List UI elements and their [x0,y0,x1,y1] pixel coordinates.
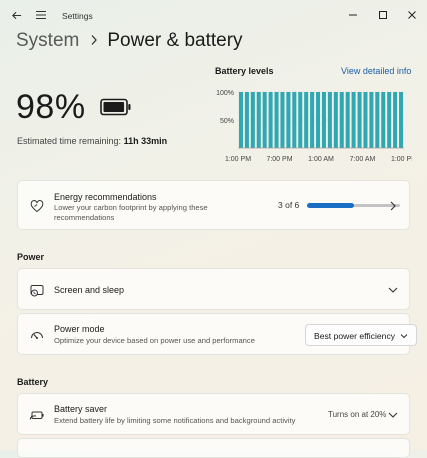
energy-recommendations-card[interactable]: Energy recommendations Lower your carbon… [17,180,410,230]
screen-and-sleep-card[interactable]: Screen and sleep [17,268,410,310]
power-mode-gauge-icon [29,327,45,343]
battery-levels-chart: 100% 50% 1:00 PM 7:00 PM 1:00 AM 7:00 AM 1:00 … [216,90,412,163]
chart-x-tick-label: 1:00 PM [391,156,412,163]
chart-bar[interactable] [304,92,309,148]
battery-saver-icon [29,407,45,423]
chart-title: Battery levels [215,66,274,76]
chart-bar[interactable] [238,92,243,148]
estimated-time-value: 11h 33min [123,136,168,146]
chart-bar[interactable] [351,92,356,148]
chart-y-tick-label: 50% [220,118,234,125]
chart-bar[interactable] [256,92,261,148]
chart-bar[interactable] [268,92,273,148]
power-mode-title: Power mode [54,324,105,334]
next-setting-card[interactable] [17,438,410,458]
battery-percentage: 98% [16,88,86,126]
chevron-down-icon [400,331,408,342]
breadcrumb-system[interactable]: System [16,30,79,52]
chart-bar[interactable] [310,92,315,148]
chart-bar[interactable] [339,92,344,148]
leaf-heart-icon [29,198,45,214]
close-icon[interactable] [397,4,427,26]
screen-and-sleep-title: Screen and sleep [54,285,125,295]
chart-bar[interactable] [369,92,374,148]
chart-bar[interactable] [333,92,338,148]
chart-bar[interactable] [250,92,255,148]
energy-recommendations-subtitle: Lower your carbon footprint by applying … [54,203,208,222]
power-mode-card: Power mode Optimize your device based on… [17,313,417,355]
back-arrow-icon[interactable] [5,4,27,26]
power-mode-dropdown[interactable]: Best power efficiency [305,324,417,346]
recommendations-progress-bar [307,203,400,208]
chart-bar[interactable] [363,92,368,148]
chart-bar[interactable] [357,92,362,148]
chart-bar[interactable] [327,92,332,148]
chevron-right-icon [388,201,398,211]
chart-bar[interactable] [387,92,392,148]
minimize-icon[interactable] [338,4,368,26]
chart-bar[interactable] [280,92,285,148]
estimated-time-remaining: Estimated time remaining: 11h 33min [17,136,167,146]
recommendations-progress-fill [307,203,354,208]
energy-recommendations-title: Energy recommendations [54,192,157,202]
battery-icon [100,98,132,119]
chart-bar[interactable] [345,92,350,148]
screen-sleep-icon [29,282,45,298]
estimated-time-label: Estimated time remaining: [17,136,122,146]
chart-bar[interactable] [375,92,380,148]
chart-bar[interactable] [381,92,386,148]
battery-section-heading: Battery [17,377,49,387]
chart-x-tick-label: 1:00 AM [308,156,334,163]
chart-bar[interactable] [274,92,279,148]
chart-bar[interactable] [393,92,398,148]
title-bar: Settings [0,0,427,32]
breadcrumb-separator-icon [90,33,98,49]
chart-bar[interactable] [262,92,267,148]
window-title: Settings [62,11,93,21]
chart-x-tick-label: 7:00 PM [266,156,292,163]
view-detailed-info-link[interactable]: View detailed info [341,66,411,76]
chart-bar[interactable] [298,92,303,148]
power-section-heading: Power [17,252,45,262]
chart-y-tick-label: 100% [216,90,234,97]
recommendations-progress-text: 3 of 6 [278,200,300,210]
chart-bar[interactable] [321,92,326,148]
maximize-icon[interactable] [368,4,398,26]
battery-saver-title: Battery saver [54,404,108,414]
battery-saver-status: Turns on at 20% [328,410,387,419]
breadcrumb: System Power & battery [16,30,243,52]
chevron-down-icon [388,285,398,295]
chevron-down-icon [388,410,398,420]
chart-bar[interactable] [292,92,297,148]
hamburger-menu-icon[interactable] [30,4,52,26]
power-mode-subtitle: Optimize your device based on power use … [54,336,255,345]
battery-saver-subtitle: Extend battery life by limiting some not… [54,416,296,425]
chart-x-tick-label: 7:00 AM [350,156,376,163]
chart-bar[interactable] [244,92,249,148]
power-mode-selected-value: Best power efficiency [314,331,396,341]
chart-bar[interactable] [286,92,291,148]
chart-bar[interactable] [399,92,404,148]
battery-saver-card[interactable]: Battery saver Extend battery life by lim… [17,393,410,435]
page-title: Power & battery [107,30,243,51]
chart-x-tick-label: 1:00 PM [225,156,251,163]
chart-bar[interactable] [316,92,321,148]
